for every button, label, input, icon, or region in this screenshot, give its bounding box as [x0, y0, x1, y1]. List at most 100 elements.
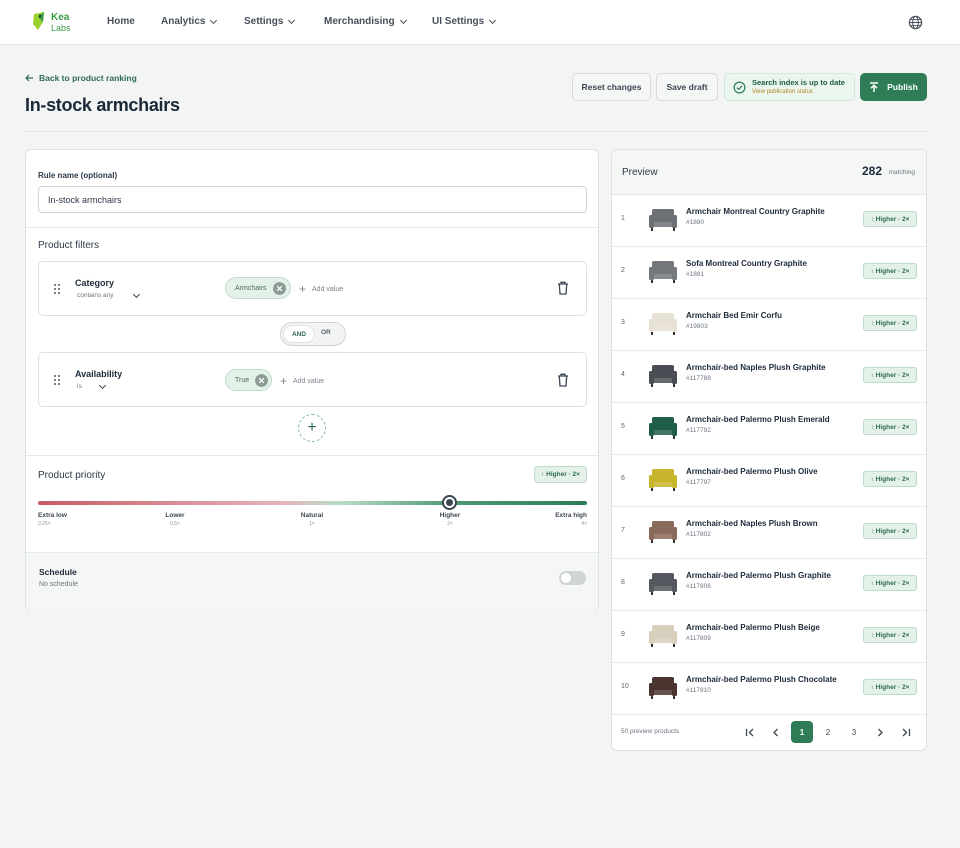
- trash-icon[interactable]: [557, 281, 569, 295]
- trash-icon[interactable]: [557, 373, 569, 387]
- product-thumbnail: [649, 677, 677, 699]
- schedule-toggle[interactable]: [559, 571, 586, 585]
- preview-pagination: 50 preview products 1 2 3: [612, 713, 926, 751]
- filter-value-label: Armchairs: [235, 284, 267, 292]
- preview-product-row[interactable]: 8 Armchair-bed Palermo Plush Graphite #117…: [612, 559, 926, 611]
- product-id: #117802: [686, 531, 711, 538]
- nav-ui-settings[interactable]: UI Settings: [432, 16, 497, 27]
- add-filter-button[interactable]: +: [298, 414, 326, 442]
- preview-product-row[interactable]: 6 Armchair-bed Palermo Plush Olive #117797…: [612, 455, 926, 507]
- product-rank: 9: [621, 631, 625, 638]
- level-factor: 2×: [447, 521, 453, 527]
- drag-handle-icon[interactable]: [53, 374, 61, 386]
- preview-product-row[interactable]: 3 Armchair Bed Emir Corfu #19803 ↑ Higher ·…: [612, 299, 926, 351]
- back-link-label: Back to product ranking: [39, 73, 137, 83]
- nav-settings-label: Settings: [244, 16, 284, 27]
- product-name[interactable]: Armchair-bed Naples Plush Brown: [686, 519, 818, 528]
- chevron-right-icon: [878, 728, 883, 736]
- product-name[interactable]: Armchair-bed Palermo Plush Olive: [686, 467, 818, 476]
- product-rank: 6: [621, 475, 625, 482]
- view-publication-status-link[interactable]: View publication status: [752, 89, 813, 95]
- product-name[interactable]: Armchair-bed Palermo Plush Chocolate: [686, 675, 837, 684]
- preview-product-row[interactable]: 5 Armchair-bed Palermo Plush Emerald #1177…: [612, 403, 926, 455]
- level-label: Higher: [439, 512, 461, 519]
- nav-settings[interactable]: Settings: [244, 16, 296, 27]
- plus-icon: +: [280, 374, 288, 388]
- product-name[interactable]: Armchair-bed Palermo Plush Beige: [686, 623, 820, 632]
- search-index-status[interactable]: Search index is up to date View publicat…: [724, 73, 855, 101]
- page-button-3[interactable]: 3: [843, 721, 865, 743]
- product-name[interactable]: Armchair-bed Naples Plush Graphite: [686, 363, 826, 372]
- preview-product-row[interactable]: 7 Armchair-bed Naples Plush Brown #117802 ↑…: [612, 507, 926, 559]
- and-or-toggle[interactable]: AND OR: [280, 322, 346, 346]
- level-factor: 0.5×: [170, 521, 180, 527]
- product-id: #117797: [686, 479, 711, 486]
- product-name[interactable]: Armchair-bed Palermo Plush Emerald: [686, 415, 830, 424]
- product-priority-title: Product priority: [38, 470, 106, 481]
- globe-icon[interactable]: [908, 15, 923, 30]
- product-name[interactable]: Armchair-bed Palermo Plush Graphite: [686, 571, 831, 580]
- product-priority-badge: ↑ Higher · 2×: [863, 419, 917, 435]
- last-page-icon: [902, 728, 911, 736]
- product-id: #1881: [686, 271, 705, 278]
- page-button-2[interactable]: 2: [817, 721, 839, 743]
- next-page-button[interactable]: [869, 721, 891, 743]
- product-rank: 1: [621, 215, 625, 222]
- preview-header: Preview 282 matching: [612, 150, 926, 195]
- product-priority-badge: ↑ Higher · 2×: [863, 627, 917, 643]
- product-thumbnail: [649, 573, 677, 595]
- prev-page-button[interactable]: [765, 721, 787, 743]
- publish-button[interactable]: Publish: [860, 73, 927, 101]
- priority-level-lower: Lower 0.5×: [160, 512, 190, 527]
- product-thumbnail: [649, 417, 677, 439]
- rule-name-input[interactable]: In-stock armchairs: [38, 186, 587, 213]
- nav-analytics-label: Analytics: [161, 16, 206, 27]
- preview-product-row[interactable]: 9 Armchair-bed Palermo Plush Beige #117809…: [612, 611, 926, 663]
- drag-handle-icon[interactable]: [53, 283, 61, 295]
- level-factor: 4×: [581, 521, 587, 527]
- product-id: #117792: [686, 427, 711, 434]
- product-rank: 5: [621, 423, 625, 430]
- nav-home[interactable]: Home: [107, 16, 135, 27]
- schedule-section: Schedule No schedule: [26, 552, 598, 611]
- product-priority-badge: ↑ Higher · 2×: [863, 367, 917, 383]
- preview-product-row[interactable]: 2 Sofa Montreal Country Graphite #1881 ↑ Hi…: [612, 247, 926, 299]
- reset-changes-button[interactable]: Reset changes: [572, 73, 651, 101]
- product-thumbnail: [649, 261, 677, 283]
- add-value-button[interactable]: + Add value: [299, 282, 343, 296]
- preview-product-row[interactable]: 10 Armchair-bed Palermo Plush Chocolate #1…: [612, 663, 926, 715]
- schedule-subtitle: No schedule: [39, 581, 78, 588]
- product-priority-badge: ↑ Higher · 2×: [863, 211, 917, 227]
- priority-level-natural: Natural 1×: [297, 512, 327, 527]
- level-label: Extra high: [555, 512, 587, 519]
- product-thumbnail: [649, 521, 677, 543]
- back-to-ranking-link[interactable]: Back to product ranking: [25, 73, 137, 83]
- filter-operator-select[interactable]: is: [77, 381, 106, 390]
- priority-slider-handle[interactable]: [442, 495, 457, 510]
- product-name[interactable]: Sofa Montreal Country Graphite: [686, 259, 807, 268]
- kea-labs-logo[interactable]: Kea Labs: [31, 11, 75, 35]
- preview-product-row[interactable]: 1 Armchair Montreal Country Graphite #1880…: [612, 195, 926, 247]
- header-divider: [25, 131, 927, 132]
- nav-merchandising[interactable]: Merchandising: [324, 16, 407, 27]
- priority-slider-track[interactable]: [38, 501, 587, 505]
- and-option[interactable]: AND: [283, 325, 315, 343]
- preview-product-row[interactable]: 4 Armchair-bed Naples Plush Graphite #1177…: [612, 351, 926, 403]
- plus-icon: +: [307, 419, 317, 436]
- close-circle-icon[interactable]: [272, 281, 286, 295]
- product-name[interactable]: Armchair Montreal Country Graphite: [686, 207, 825, 216]
- status-title: Search index is up to date: [752, 78, 845, 87]
- product-thumbnail: [649, 625, 677, 647]
- page-button-1[interactable]: 1: [791, 721, 813, 743]
- product-name[interactable]: Armchair Bed Emir Corfu: [686, 311, 782, 320]
- first-page-button[interactable]: [739, 721, 761, 743]
- close-circle-icon[interactable]: [255, 373, 269, 387]
- chevron-left-icon: [773, 728, 778, 736]
- last-page-button[interactable]: [895, 721, 917, 743]
- add-value-button[interactable]: + Add value: [280, 374, 324, 388]
- logo-text-labs: Labs: [51, 23, 71, 33]
- save-draft-button[interactable]: Save draft: [656, 73, 718, 101]
- or-option[interactable]: OR: [321, 329, 331, 336]
- nav-analytics[interactable]: Analytics: [161, 16, 218, 27]
- filter-operator-select[interactable]: contains any: [77, 290, 140, 299]
